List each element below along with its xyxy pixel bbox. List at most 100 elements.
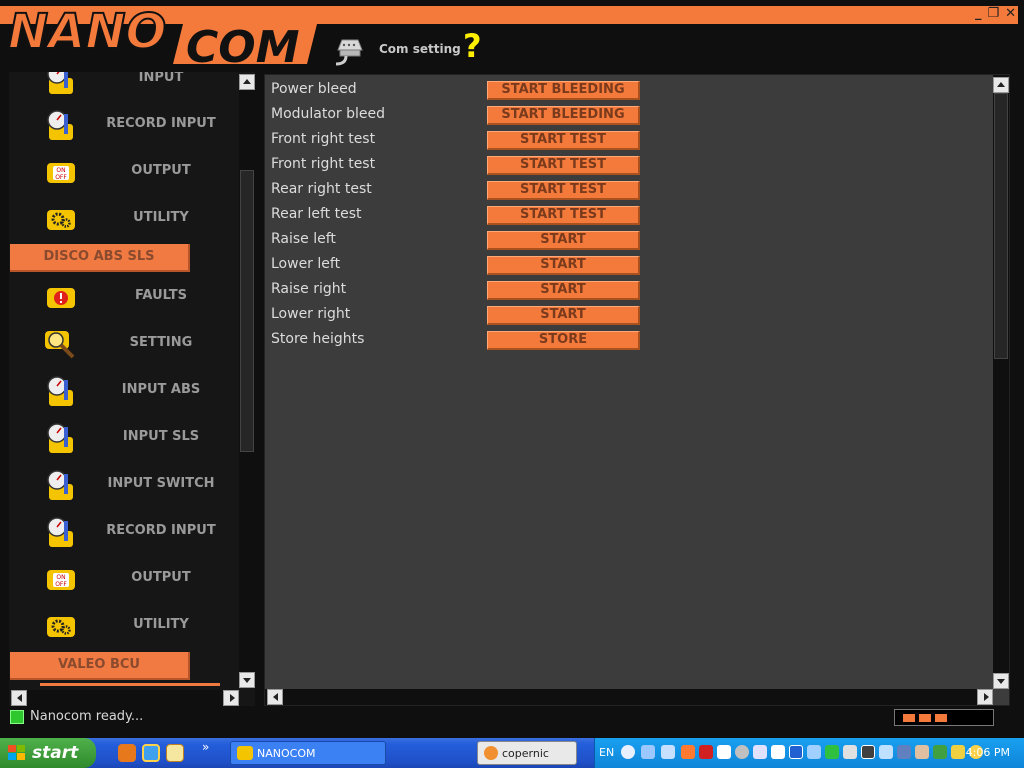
progress-segment: [935, 714, 947, 722]
sidebar-item-label: RECORD INPUT: [106, 523, 216, 538]
fault-warning-icon: [47, 288, 75, 308]
section-disco-abs-sls[interactable]: DISCO ABS SLS: [10, 244, 190, 272]
gauge-input-icon: [47, 423, 73, 453]
tray-app-icon[interactable]: [825, 745, 839, 759]
minimize-button[interactable]: _: [975, 6, 982, 21]
lower-right-start-button[interactable]: START: [487, 306, 640, 325]
tray-app-icon[interactable]: [717, 745, 731, 759]
store-heights-button[interactable]: STORE: [487, 331, 640, 350]
main-vertical-scrollbar[interactable]: [993, 75, 1009, 689]
tray-app-icon[interactable]: [861, 745, 875, 759]
scroll-up-button[interactable]: [239, 74, 255, 90]
sidebar-item-faults[interactable]: FAULTS: [9, 274, 239, 320]
sidebar-item-record-input[interactable]: RECORD INPUT: [9, 102, 239, 148]
internet-explorer-icon[interactable]: [142, 744, 160, 762]
sidebar-item-utility[interactable]: UTILITY: [9, 196, 239, 242]
connector-plug-icon[interactable]: [332, 36, 368, 66]
row-label-lower-right: Lower right: [271, 306, 351, 322]
tray-app-icon[interactable]: [771, 745, 785, 759]
quick-launch-more-icon[interactable]: »: [202, 740, 209, 754]
front-right-test-button-2[interactable]: START TEST: [487, 156, 640, 175]
next-section-button-partial[interactable]: [40, 683, 220, 686]
scroll-left-button[interactable]: [11, 690, 27, 706]
sidebar: INPUT RECORD INPUT ON OFF OUTPUT UTILITY…: [9, 72, 255, 706]
svg-text:OFF: OFF: [55, 174, 67, 181]
sidebar-item-label: RECORD INPUT: [106, 116, 216, 131]
sidebar-item-input-switch[interactable]: INPUT SWITCH: [9, 462, 239, 508]
row-label-rear-right-test: Rear right test: [271, 181, 372, 197]
sidebar-item-output[interactable]: ON OFF OUTPUT: [9, 149, 239, 195]
gear-utility-icon: [47, 617, 75, 637]
raise-right-start-button[interactable]: START: [487, 281, 640, 300]
svg-text:ON: ON: [56, 167, 65, 174]
com-setting-label[interactable]: Com setting: [379, 42, 461, 56]
restore-button[interactable]: ❐: [987, 6, 999, 21]
lower-left-start-button[interactable]: START: [487, 256, 640, 275]
tray-app-icon[interactable]: [699, 745, 713, 759]
gear-utility-icon: [47, 210, 75, 230]
scroll-up-button[interactable]: [993, 77, 1009, 93]
rear-right-test-button[interactable]: START TEST: [487, 181, 640, 200]
tray-app-icon[interactable]: [789, 745, 803, 759]
tray-app-icon[interactable]: [735, 745, 749, 759]
shield-icon[interactable]: [951, 745, 965, 759]
main-panel: Power bleed START BLEEDING Modulator ble…: [264, 74, 1010, 706]
status-text: Nanocom ready...: [30, 709, 144, 724]
sidebar-item-label: SETTING: [129, 335, 193, 350]
modulator-bleed-start-button[interactable]: START BLEEDING: [487, 106, 640, 125]
network-icon[interactable]: [897, 745, 911, 759]
sidebar-item-utility-2[interactable]: UTILITY: [9, 603, 239, 649]
clock[interactable]: 4:06 PM: [966, 746, 1010, 759]
scroll-down-button[interactable]: [239, 672, 255, 688]
close-button[interactable]: ✕: [1005, 6, 1016, 21]
taskbar-item-nanocom[interactable]: NANOCOM: [230, 741, 386, 765]
sidebar-item-input-sls[interactable]: INPUT SLS: [9, 415, 239, 461]
nanocom-window: NANO COM _ ❐ ✕ Com setting ? INPUT RECOR…: [0, 0, 1024, 738]
tray-app-icon[interactable]: [641, 745, 655, 759]
start-button[interactable]: start: [0, 738, 96, 768]
front-right-test-button[interactable]: START TEST: [487, 131, 640, 150]
status-light-icon: [10, 710, 24, 724]
raise-left-start-button[interactable]: START: [487, 231, 640, 250]
tray-app-icon[interactable]: [915, 745, 929, 759]
tray-app-icon[interactable]: [843, 745, 857, 759]
help-icon[interactable]: ?: [463, 27, 482, 65]
sidebar-vertical-scrollbar[interactable]: [239, 74, 255, 688]
sidebar-item-label: OUTPUT: [131, 570, 191, 585]
sidebar-item-output-2[interactable]: ON OFF OUTPUT: [9, 556, 239, 602]
scroll-right-button[interactable]: [977, 689, 993, 705]
language-indicator[interactable]: EN: [599, 746, 614, 759]
scroll-down-button[interactable]: [993, 673, 1009, 689]
scroll-thumb[interactable]: [994, 93, 1008, 359]
firefox-icon[interactable]: [118, 744, 136, 762]
sidebar-item-input[interactable]: INPUT: [9, 72, 239, 102]
sidebar-horizontal-scrollbar[interactable]: [11, 690, 239, 706]
main-horizontal-scrollbar[interactable]: [265, 689, 993, 705]
nanocom-app-icon: [237, 746, 253, 760]
quick-launch-app-icon[interactable]: [166, 744, 184, 762]
tray-app-icon[interactable]: [753, 745, 767, 759]
sidebar-item-setting[interactable]: SETTING: [9, 321, 239, 367]
tray-app-icon[interactable]: [879, 745, 893, 759]
sidebar-item-input-abs[interactable]: INPUT ABS: [9, 368, 239, 414]
sidebar-item-label: INPUT ABS: [121, 382, 201, 397]
sidebar-item-record-input-2[interactable]: RECORD INPUT: [9, 509, 239, 555]
tray-app-icon[interactable]: [661, 745, 675, 759]
scroll-right-button[interactable]: [223, 690, 239, 706]
row-label-front-right-test: Front right test: [271, 131, 376, 147]
tray-app-icon[interactable]: [933, 745, 947, 759]
section-valeo-bcu[interactable]: VALEO BCU: [10, 652, 190, 680]
tray-app-icon[interactable]: [681, 745, 695, 759]
tray-app-icon[interactable]: [807, 745, 821, 759]
power-bleed-start-button[interactable]: START BLEEDING: [487, 81, 640, 100]
taskbar-item-copernic[interactable]: copernic: [477, 741, 577, 765]
tray-expand-icon[interactable]: [621, 745, 635, 759]
app-header: NANO COM _ ❐ ✕ Com setting ?: [0, 0, 1024, 73]
rear-left-test-button[interactable]: START TEST: [487, 206, 640, 225]
scroll-left-button[interactable]: [267, 689, 283, 705]
scroll-thumb[interactable]: [240, 170, 254, 452]
sidebar-item-label: FAULTS: [135, 288, 187, 303]
copernic-app-icon: [484, 746, 498, 760]
connection-progress-indicator: [894, 709, 994, 726]
system-tray: EN 4:06 PM: [594, 738, 1024, 768]
